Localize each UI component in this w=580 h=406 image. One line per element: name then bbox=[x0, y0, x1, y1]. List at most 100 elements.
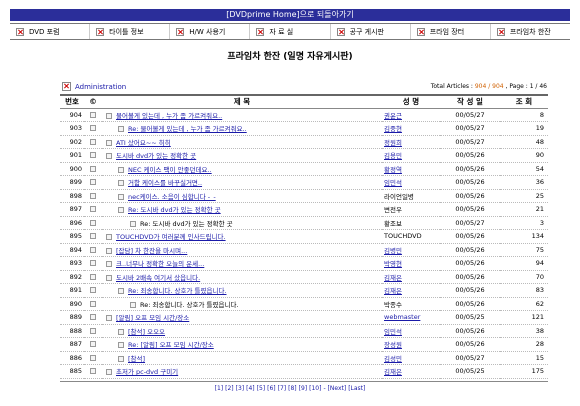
article-subject-link[interactable]: Re: 죄송합니다. 상호가 틀렸읍니다. bbox=[128, 287, 226, 295]
article-subject-link[interactable]: [참석] bbox=[128, 355, 145, 363]
row-author[interactable]: webmaster bbox=[382, 310, 440, 325]
table-row[interactable]: 892 도시바 2배속 여기서 샀읍니다. 김재은 00/05/26 70 bbox=[60, 270, 548, 284]
nav-prime-market[interactable]: 프라임 장터 bbox=[411, 24, 491, 39]
author-name[interactable]: TOUCHDVD bbox=[384, 232, 422, 240]
author-name[interactable]: 황정역 bbox=[384, 166, 402, 174]
row-author[interactable]: 라이언일병 bbox=[382, 189, 440, 203]
row-author[interactable]: 황조보 bbox=[382, 216, 440, 230]
row-author[interactable]: 김재은 bbox=[382, 283, 440, 298]
table-row[interactable]: 891 Re: 죄송합니다. 상호가 틀렸읍니다. 김재은 00/05/26 83 bbox=[60, 283, 548, 298]
row-author[interactable]: 김재은 bbox=[382, 270, 440, 284]
table-row[interactable]: 885 초저가 pc-dvd 구미기 김재은 00/05/25 175 bbox=[60, 364, 548, 379]
nav-hw-review[interactable]: H/W 사용기 bbox=[170, 24, 251, 39]
table-row[interactable]: 904 물어볼게 있는데 , 누가 좀 가르켜줘요.. 권윤근 00/05/27 8 bbox=[60, 108, 548, 122]
page-link[interactable]: [7] bbox=[278, 385, 287, 392]
page-link[interactable]: - [Next] bbox=[323, 385, 346, 392]
page-link[interactable]: [8] bbox=[288, 385, 297, 392]
row-author[interactable]: 변전우 bbox=[382, 202, 440, 217]
row-author[interactable]: 정원희 bbox=[382, 135, 440, 149]
article-subject-link[interactable]: [참석] 오오오 bbox=[128, 328, 165, 336]
row-author[interactable]: 김성민 bbox=[382, 351, 440, 365]
article-subject-link[interactable]: Re: 도시바 dvd가 있는 정확한 곳 bbox=[128, 206, 221, 214]
author-name[interactable]: 박종수 bbox=[384, 301, 402, 309]
article-subject-link[interactable]: NEC 케이스 팩이 안좋던데요.. bbox=[128, 166, 212, 174]
col-header-subject[interactable]: 제 목 bbox=[102, 94, 382, 109]
author-name[interactable]: 김재은 bbox=[384, 274, 402, 282]
article-subject-link[interactable]: [잡담] 차 한잔을 마시며... bbox=[116, 247, 187, 255]
author-name[interactable]: 라이언일병 bbox=[384, 193, 414, 201]
article-subject-link[interactable]: ATI 샀어요~~ 히히 bbox=[116, 139, 171, 147]
table-row[interactable]: 893 크..너무나 정확한 오늘의 운세... 박영현 00/05/26 94 bbox=[60, 256, 548, 271]
article-subject-link[interactable]: Re: [알림] 오프 모임 시간/장소 bbox=[128, 341, 214, 349]
table-row[interactable]: 903 Re: 물어볼게 있는데 , 누가 좀 가르켜줘요.. 김중현 00/05/2… bbox=[60, 121, 548, 136]
page-link[interactable]: [4] bbox=[246, 385, 255, 392]
row-author[interactable]: 박종수 bbox=[382, 297, 440, 311]
page-link[interactable]: [5] bbox=[257, 385, 266, 392]
page-link[interactable]: [2] bbox=[225, 385, 234, 392]
nav-dvd-forum[interactable]: DVD 포럼 bbox=[10, 24, 91, 39]
table-row[interactable]: 898 nec케이스. 소음이 심합니다 -_- 라이언일병 00/05/26 25 bbox=[60, 189, 548, 203]
author-name[interactable]: 황조보 bbox=[384, 220, 402, 228]
row-author[interactable]: 김재은 bbox=[382, 364, 440, 379]
article-subject-link[interactable]: 도시바 dvd가 있는 정확한 곳 bbox=[116, 152, 196, 160]
row-author[interactable]: 권윤근 bbox=[382, 108, 440, 122]
article-subject-link[interactable]: Re: 물어볼게 있는데 , 누가 좀 가르켜줘요.. bbox=[128, 125, 247, 133]
page-link[interactable]: [9] bbox=[299, 385, 308, 392]
table-row[interactable]: 896 Re: 도시바 dvd가 있는 정확한 곳 황조보 00/05/27 3 bbox=[60, 216, 548, 230]
row-author[interactable]: 장성원 bbox=[382, 337, 440, 352]
page-link[interactable]: [6] bbox=[267, 385, 276, 392]
article-subject-link[interactable]: 물어볼게 있는데 , 누가 좀 가르켜줘요.. bbox=[116, 112, 222, 120]
author-name[interactable]: 정원희 bbox=[384, 139, 402, 147]
author-name[interactable]: 장성원 bbox=[384, 341, 402, 349]
author-name[interactable]: 김성민 bbox=[384, 355, 402, 363]
row-author[interactable]: 김중현 bbox=[382, 121, 440, 136]
page-link[interactable]: [1] bbox=[215, 385, 224, 392]
author-name[interactable]: 김중현 bbox=[384, 125, 402, 133]
article-subject-link[interactable]: nec케이스. 소음이 심합니다 -_- bbox=[128, 193, 216, 201]
article-subject-link[interactable]: [알림] 오프 모임 시간/장소 bbox=[116, 314, 189, 322]
author-name[interactable]: 변전우 bbox=[384, 206, 402, 214]
col-header-name[interactable]: 성 명 bbox=[382, 94, 440, 109]
row-author[interactable]: 임민석 bbox=[382, 175, 440, 190]
author-name[interactable]: 권윤근 bbox=[384, 112, 402, 120]
row-author[interactable]: 임민석 bbox=[382, 324, 440, 338]
table-row[interactable]: 902 ATI 샀어요~~ 히히 정원희 00/05/27 48 bbox=[60, 135, 548, 149]
table-row[interactable]: 897 Re: 도시바 dvd가 있는 정확한 곳 변전우 00/05/26 21 bbox=[60, 202, 548, 217]
author-name[interactable]: 박영현 bbox=[384, 260, 402, 268]
page-link[interactable]: [Last] bbox=[348, 385, 365, 392]
nav-prime-tea[interactable]: 프라임차 한잔 bbox=[491, 24, 570, 39]
page-link[interactable]: [3] bbox=[236, 385, 245, 392]
admin-link[interactable]: Administration bbox=[62, 82, 126, 91]
row-author[interactable]: TOUCHDVD bbox=[382, 229, 440, 244]
article-subject-link[interactable]: Re: 죄송합니다. 상호가 틀렸읍니다. bbox=[140, 301, 238, 309]
table-row[interactable]: 889 [알림] 오프 모임 시간/장소 webmaster 00/05/25 121 bbox=[60, 310, 548, 325]
row-author[interactable]: 김병민 bbox=[382, 243, 440, 257]
nav-title-info[interactable]: 타이틀 정보 bbox=[90, 24, 171, 39]
article-subject-link[interactable]: 초저가 pc-dvd 구미기 bbox=[116, 368, 178, 376]
col-header-views[interactable]: 조 회 bbox=[500, 94, 548, 109]
article-subject-link[interactable]: 크..너무나 정확한 오늘의 운세... bbox=[116, 260, 204, 268]
table-row[interactable]: 886 [참석] 김성민 00/05/27 15 bbox=[60, 351, 548, 365]
table-row[interactable]: 900 NEC 케이스 팩이 안좋던데요.. 황정역 00/05/26 54 bbox=[60, 162, 548, 176]
nav-group-buy[interactable]: 공구 게시판 bbox=[331, 24, 411, 39]
author-name[interactable]: 김병민 bbox=[384, 247, 402, 255]
article-subject-link[interactable]: TOUCHDVD가 여러분께 인사드립니다. bbox=[116, 233, 226, 241]
table-row[interactable]: 899 거함 케이스를 바꾸실거면.. 임민석 00/05/26 36 bbox=[60, 175, 548, 190]
author-name[interactable]: 임민석 bbox=[384, 179, 402, 187]
col-header-num[interactable]: 번호 bbox=[60, 94, 84, 109]
article-subject-link[interactable]: 거함 케이스를 바꾸실거면.. bbox=[128, 179, 202, 187]
col-header-date[interactable]: 작 성 일 bbox=[440, 94, 500, 109]
table-row[interactable]: 890 Re: 죄송합니다. 상호가 틀렸읍니다. 박종수 00/05/26 62 bbox=[60, 297, 548, 311]
article-subject-link[interactable]: 도시바 2배속 여기서 샀읍니다. bbox=[116, 274, 200, 282]
author-name[interactable]: 임민석 bbox=[384, 328, 402, 336]
table-row[interactable]: 895 TOUCHDVD가 여러분께 인사드립니다. TOUCHDVD 00/05/2… bbox=[60, 229, 548, 244]
row-author[interactable]: 황정역 bbox=[382, 162, 440, 176]
table-row[interactable]: 887 Re: [알림] 오프 모임 시간/장소 장성원 00/05/26 28 bbox=[60, 337, 548, 352]
table-row[interactable]: 901 도시바 dvd가 있는 정확한 곳 김용민 00/05/26 90 bbox=[60, 148, 548, 163]
author-name[interactable]: webmaster bbox=[384, 313, 420, 321]
author-name[interactable]: 김재은 bbox=[384, 368, 402, 376]
home-link-banner[interactable]: [DVDprime Home]으로 되돌아가기 bbox=[10, 9, 570, 21]
row-author[interactable]: 박영현 bbox=[382, 256, 440, 271]
author-name[interactable]: 김재은 bbox=[384, 287, 402, 295]
table-row[interactable]: 888 [참석] 오오오 임민석 00/05/26 38 bbox=[60, 324, 548, 338]
